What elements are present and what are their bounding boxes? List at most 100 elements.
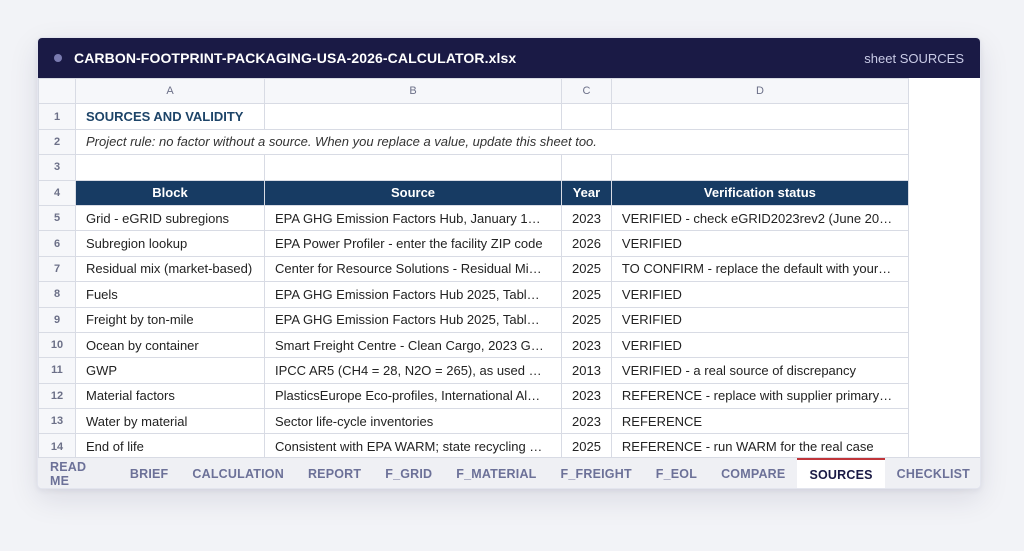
sheet-tab-calculation[interactable]: CALCULATION — [180, 458, 296, 488]
cell-source[interactable]: EPA GHG Emission Factors Hub, January 1… — [264, 204, 562, 232]
cell-block[interactable]: Grid - eGRID subregions — [75, 204, 265, 232]
cell[interactable] — [75, 154, 265, 181]
column-header-a[interactable]: A — [75, 77, 265, 105]
cell-verification-status[interactable]: VERIFIED - a real source of discrepancy — [610, 357, 909, 384]
row-number[interactable]: 10 — [38, 331, 76, 359]
row-number[interactable]: 1 — [38, 103, 76, 130]
cell-verification-status[interactable]: REFERENCE - replace with supplier primar… — [610, 382, 909, 410]
sheet-row: 2 Project rule: no factor without a sour… — [38, 128, 909, 156]
cell[interactable] — [264, 154, 562, 181]
cell-block[interactable]: Ocean by container — [75, 331, 265, 359]
row-number[interactable]: 8 — [38, 281, 76, 308]
cell-block[interactable]: Material factors — [75, 382, 265, 410]
row-number[interactable]: 12 — [38, 382, 76, 410]
cell-source[interactable]: Sector life-cycle inventories — [264, 408, 562, 435]
sheet-tab-checklist[interactable]: CHECKLIST — [885, 458, 980, 488]
cell-verification-status[interactable]: VERIFIED — [610, 281, 909, 308]
title-bar: CARBON-FOOTPRINT-PACKAGING-USA-2026-CALC… — [38, 38, 980, 78]
sheet-row: 1 SOURCES AND VALIDITY — [38, 103, 909, 130]
cell-verification-status[interactable]: VERIFIED — [610, 230, 909, 257]
cell-source[interactable]: EPA GHG Emission Factors Hub 2025, Tabl… — [264, 306, 562, 333]
cell-source[interactable]: PlasticsEurope Eco-profiles, Internation… — [264, 382, 562, 410]
header-block[interactable]: Block — [75, 179, 265, 206]
cell-year[interactable]: 2025 — [561, 281, 612, 308]
column-header-c[interactable]: C — [561, 77, 612, 105]
cell-year[interactable]: 2023 — [561, 204, 612, 232]
table-row: 8 Fuels EPA GHG Emission Factors Hub 2025,… — [38, 281, 909, 308]
cell-block[interactable]: Residual mix (market-based) — [75, 255, 265, 283]
cell-source[interactable]: Smart Freight Centre - Clean Cargo, 2023… — [264, 331, 562, 359]
column-header-d[interactable]: D — [610, 77, 909, 105]
sheet-row: 3 — [38, 154, 909, 181]
cell-block[interactable]: Subregion lookup — [75, 230, 265, 257]
spreadsheet-window: CARBON-FOOTPRINT-PACKAGING-USA-2026-CALC… — [37, 37, 981, 489]
row-number[interactable]: 13 — [38, 408, 76, 435]
cell-year[interactable]: 2026 — [561, 230, 612, 257]
cell-block[interactable]: Water by material — [75, 408, 265, 435]
cell[interactable] — [610, 103, 909, 130]
row-number[interactable]: 3 — [38, 154, 76, 181]
cell-source[interactable]: EPA Power Profiler - enter the facility … — [264, 230, 562, 257]
cell-verification-status[interactable]: VERIFIED — [610, 306, 909, 333]
sheet-tab-report[interactable]: REPORT — [296, 458, 373, 488]
cell-block[interactable]: Fuels — [75, 281, 265, 308]
sheet-tab-bar: READ ME BRIEF CALCULATION REPORT F_GRID F_MAT… — [38, 457, 980, 488]
table-row: 10 Ocean by container Smart Freight Centre… — [38, 331, 909, 359]
current-sheet-label: sheet SOURCES — [864, 50, 964, 66]
row-number[interactable]: 11 — [38, 357, 76, 384]
header-year[interactable]: Year — [561, 179, 612, 206]
sheet-title-cell[interactable]: SOURCES AND VALIDITY — [75, 103, 265, 130]
cell-verification-status[interactable]: VERIFIED - check eGRID2023rev2 (June 20… — [610, 204, 909, 232]
data-rows: 5 Grid - eGRID subregions EPA GHG Emission… — [38, 204, 909, 460]
row-number[interactable]: 5 — [38, 204, 76, 232]
cell-source[interactable]: EPA GHG Emission Factors Hub 2025, Tabl… — [264, 281, 562, 308]
cell-source[interactable]: Center for Resource Solutions - Residual… — [264, 255, 562, 283]
column-header-row: A B C D — [38, 77, 909, 105]
cell-block[interactable]: Freight by ton-mile — [75, 306, 265, 333]
cell-source[interactable]: Consistent with EPA WARM; state recyclin… — [264, 433, 562, 460]
cell-year[interactable]: 2023 — [561, 331, 612, 359]
cell-block[interactable]: End of life — [75, 433, 265, 460]
sheet-tab-f-material[interactable]: F_MATERIAL — [444, 458, 548, 488]
sheet-tab-brief[interactable]: BRIEF — [118, 458, 181, 488]
table-row: 9 Freight by ton-mile EPA GHG Emission Fac… — [38, 306, 909, 333]
sheet-tab-f-grid[interactable]: F_GRID — [373, 458, 444, 488]
table-row: 7 Residual mix (market-based) Center for R… — [38, 255, 909, 283]
select-all-corner[interactable] — [38, 77, 76, 105]
sheet-grid: A B C D 1 SOURCES AND VALIDITY 2 Project… — [38, 77, 909, 460]
sheet-tab-f-eol[interactable]: F_EOL — [644, 458, 709, 488]
column-header-b[interactable]: B — [264, 77, 562, 105]
row-number[interactable]: 9 — [38, 306, 76, 333]
cell-verification-status[interactable]: REFERENCE — [610, 408, 909, 435]
cell-verification-status[interactable]: VERIFIED — [610, 331, 909, 359]
row-number[interactable]: 4 — [38, 179, 76, 206]
cell-year[interactable]: 2023 — [561, 382, 612, 410]
cell-block[interactable]: GWP — [75, 357, 265, 384]
cell[interactable] — [561, 103, 612, 130]
table-row: 14 End of life Consistent with EPA WARM; s… — [38, 433, 909, 460]
cell-year[interactable]: 2025 — [561, 255, 612, 283]
cell-year[interactable]: 2013 — [561, 357, 612, 384]
cell[interactable] — [610, 154, 909, 181]
header-verification-status[interactable]: Verification status — [610, 179, 909, 206]
sheet-tab-compare[interactable]: COMPARE — [709, 458, 797, 488]
row-number[interactable]: 6 — [38, 230, 76, 257]
project-rule-note[interactable]: Project rule: no factor without a source… — [75, 128, 909, 156]
cell-verification-status[interactable]: TO CONFIRM - replace the default with yo… — [610, 255, 909, 283]
row-number[interactable]: 7 — [38, 255, 76, 283]
cell-year[interactable]: 2025 — [561, 433, 612, 460]
cell[interactable] — [561, 154, 612, 181]
table-row: 11 GWP IPCC AR5 (CH4 = 28, N2O = 265), as … — [38, 357, 909, 384]
sheet-tab-sources[interactable]: SOURCES — [797, 458, 885, 488]
cell-year[interactable]: 2023 — [561, 408, 612, 435]
cell-year[interactable]: 2025 — [561, 306, 612, 333]
sheet-tab-f-freight[interactable]: F_FREIGHT — [549, 458, 644, 488]
cell-verification-status[interactable]: REFERENCE - run WARM for the real case — [610, 433, 909, 460]
cell[interactable] — [264, 103, 562, 130]
header-source[interactable]: Source — [264, 179, 562, 206]
cell-source[interactable]: IPCC AR5 (CH4 = 28, N2O = 265), as used … — [264, 357, 562, 384]
row-number[interactable]: 14 — [38, 433, 76, 460]
row-number[interactable]: 2 — [38, 128, 76, 156]
sheet-tab-read-me[interactable]: READ ME — [38, 458, 118, 488]
table-row: 12 Material factors PlasticsEurope Eco-pro… — [38, 382, 909, 410]
